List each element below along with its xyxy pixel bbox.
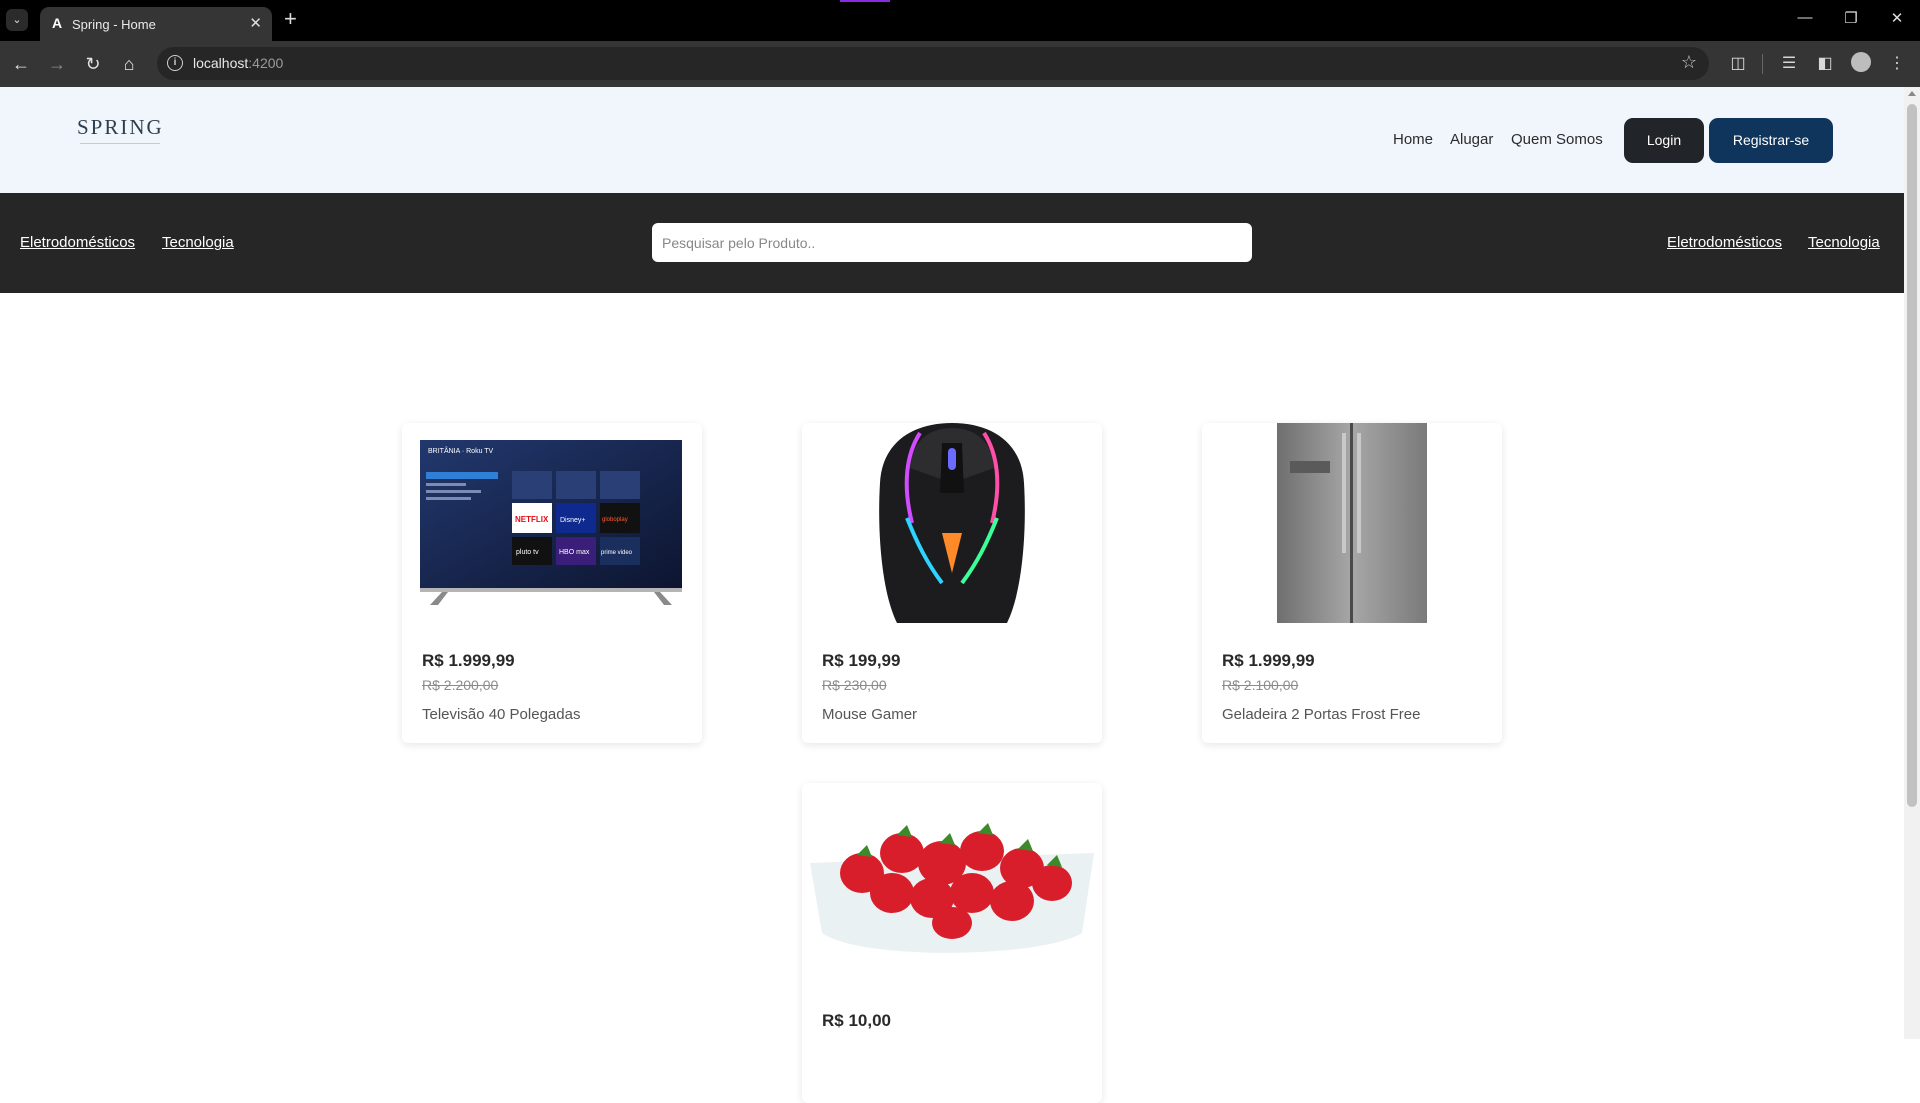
forward-icon[interactable]: → (45, 52, 69, 76)
tab-title: Spring - Home (72, 17, 156, 32)
product-card[interactable]: R$ 10,00 (802, 783, 1102, 1103)
tab-list-icon[interactable]: ⌄ (6, 9, 28, 31)
tv-app-netflix: NETFLIX (515, 515, 549, 524)
minimize-icon[interactable]: — (1790, 9, 1820, 26)
product-name[interactable]: Televisão 40 Polegadas (422, 706, 580, 723)
toolbar-divider (1762, 54, 1763, 74)
browser-titlebar: ⌄ A Spring - Home ✕ + — ❐ ✕ (0, 0, 1920, 41)
tv-image: BRITÂNIA · Roku TV NETFLIX Disney+ globo… (420, 440, 682, 605)
scroll-up-arrow-icon[interactable] (1908, 91, 1916, 96)
address-bar[interactable]: i localhost:4200 ☆ (157, 47, 1709, 80)
nav-alugar[interactable]: Alugar (1450, 131, 1493, 148)
category-eletrodomesticos-right[interactable]: Eletrodomésticos (1667, 234, 1782, 251)
mouse-image (879, 423, 1025, 623)
product-card[interactable]: R$ 1.999,99 R$ 2.100,00 Geladeira 2 Port… (1202, 423, 1502, 743)
url-port: :4200 (248, 55, 284, 71)
site-info-icon[interactable]: i (167, 55, 183, 71)
extensions-icon[interactable]: ◫ (1726, 52, 1750, 76)
home-icon[interactable]: ⌂ (117, 52, 141, 76)
product-price: R$ 10,00 (822, 1011, 891, 1030)
product-price: R$ 199,99 (822, 651, 901, 670)
category-eletrodomesticos-left[interactable]: Eletrodomésticos (20, 234, 135, 251)
nav-home[interactable]: Home (1393, 131, 1433, 148)
new-tab-icon[interactable]: + (284, 8, 297, 30)
url-text[interactable]: localhost:4200 (193, 55, 283, 71)
category-bar: Eletrodomésticos Tecnologia Eletrodomést… (0, 193, 1904, 293)
menu-icon[interactable]: ⋮ (1885, 52, 1909, 76)
nav-quem-somos[interactable]: Quem Somos (1511, 131, 1603, 148)
site-header: SPRING Home Alugar Quem Somos Login Regi… (0, 87, 1904, 193)
product-name[interactable]: Geladeira 2 Portas Frost Free (1222, 706, 1420, 723)
product-old-price: R$ 2.100,00 (1222, 677, 1299, 693)
strawberries-image (810, 823, 1094, 953)
category-tecnologia-right[interactable]: Tecnologia (1808, 234, 1880, 251)
bookmark-star-icon[interactable]: ☆ (1681, 52, 1697, 73)
search-input[interactable] (652, 223, 1252, 262)
product-card[interactable]: R$ 199,99 R$ 230,00 Mouse Gamer (802, 423, 1102, 743)
product-name[interactable]: Mouse Gamer (822, 706, 917, 723)
browser-tab[interactable]: A Spring - Home ✕ (40, 7, 272, 41)
side-panel-icon[interactable]: ◧ (1813, 52, 1837, 76)
product-card[interactable]: BRITÂNIA · Roku TV NETFLIX Disney+ globo… (402, 423, 702, 743)
restore-icon[interactable]: ❐ (1836, 9, 1866, 27)
product-price: R$ 1.999,99 (422, 651, 515, 670)
login-button[interactable]: Login (1624, 118, 1704, 163)
tv-app-globoplay: globoplay (602, 517, 628, 523)
url-host: localhost (193, 55, 249, 71)
register-button[interactable]: Registrar-se (1709, 118, 1833, 163)
logo-underline (80, 143, 160, 144)
site-logo[interactable]: SPRING (77, 115, 164, 140)
scrollbar-thumb[interactable] (1907, 104, 1917, 807)
reload-icon[interactable]: ↻ (81, 52, 105, 76)
back-icon[interactable]: ← (9, 52, 33, 76)
profile-icon[interactable] (1851, 52, 1871, 72)
window-close-icon[interactable]: ✕ (1882, 9, 1912, 27)
close-icon[interactable]: ✕ (249, 14, 262, 32)
product-old-price: R$ 2.200,00 (422, 677, 499, 693)
tab-strip-accent (840, 0, 890, 2)
tv-app-pluto: pluto tv (516, 549, 539, 556)
product-price: R$ 1.999,99 (1222, 651, 1315, 670)
tab-favicon-icon: A (52, 15, 63, 31)
tv-app-disney: Disney+ (560, 517, 585, 524)
category-tecnologia-left[interactable]: Tecnologia (162, 234, 234, 251)
browser-toolbar: ← → ↻ ⌂ i localhost:4200 ☆ ◫ ☰ ◧ ⋮ (0, 41, 1920, 87)
media-icon[interactable]: ☰ (1777, 52, 1801, 76)
tv-app-prime: prime video (601, 550, 633, 556)
fridge-image (1277, 423, 1427, 623)
product-old-price: R$ 230,00 (822, 677, 887, 693)
tv-app-hbomax: HBO max (559, 549, 590, 556)
tv-brand-text: BRITÂNIA · Roku TV (428, 446, 494, 455)
